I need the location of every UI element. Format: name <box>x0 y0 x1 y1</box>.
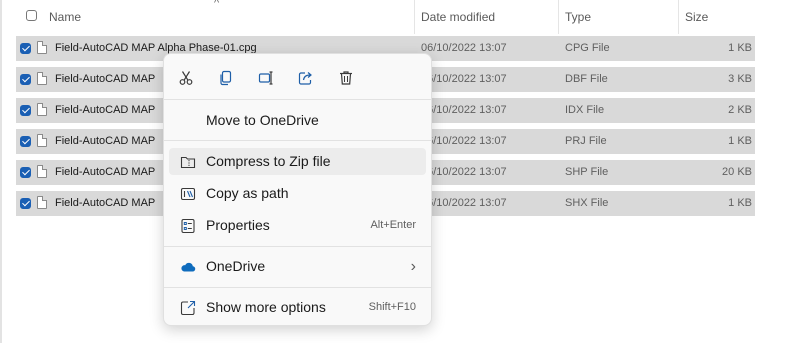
share-button[interactable] <box>294 66 318 90</box>
file-type: DBF File <box>565 73 608 85</box>
file-name: Field-AutoCAD MAP <box>55 166 156 178</box>
menu-separator <box>164 246 431 247</box>
context-menu: Move to OneDrive Compress to Zip file Co… <box>163 53 432 326</box>
chevron-right-icon: › <box>410 258 416 275</box>
window-edge <box>0 0 2 343</box>
menu-separator <box>164 140 431 141</box>
file-size: 1 KB <box>728 135 752 147</box>
menu-item-shortcut: Shift+F10 <box>368 301 416 313</box>
file-icon <box>37 165 47 178</box>
menu-item-label: Copy as path <box>206 185 289 201</box>
file-size: 1 KB <box>728 197 752 209</box>
file-type: IDX File <box>565 104 605 116</box>
file-size: 3 KB <box>728 73 752 85</box>
row-checkbox[interactable] <box>20 43 31 54</box>
file-icon <box>37 72 47 85</box>
file-name: Field-AutoCAD MAP <box>55 135 156 147</box>
file-size: 2 KB <box>728 104 752 116</box>
menu-item-label: Show more options <box>206 299 326 315</box>
menu-separator <box>164 99 431 100</box>
column-header-name[interactable]: Name <box>49 0 81 34</box>
row-checkbox[interactable] <box>20 74 31 85</box>
menu-item-label: OneDrive <box>206 258 266 274</box>
delete-button[interactable] <box>334 66 358 90</box>
menu-item-onedrive[interactable]: OneDrive › <box>169 253 426 280</box>
column-header-date-modified[interactable]: Date modified <box>421 0 495 34</box>
column-header-type[interactable]: Type <box>565 0 591 34</box>
row-checkbox[interactable] <box>20 105 31 116</box>
menu-item-show-more-options[interactable]: Show more options Shift+F10 <box>169 294 426 321</box>
file-type: SHX File <box>565 197 609 209</box>
column-header-size[interactable]: Size <box>685 0 708 34</box>
row-checkbox[interactable] <box>20 198 31 209</box>
file-type: SHP File <box>565 166 609 178</box>
menu-item-compress-to-zip[interactable]: Compress to Zip file <box>169 148 426 175</box>
rename-icon <box>258 71 273 85</box>
file-date-modified: 06/10/2022 13:07 <box>421 104 507 116</box>
file-date-modified: 06/10/2022 13:07 <box>421 42 507 54</box>
file-name: Field-AutoCAD MAP <box>55 104 156 116</box>
menu-item-label: Compress to Zip file <box>206 153 331 169</box>
file-date-modified: 06/10/2022 13:07 <box>421 197 507 209</box>
column-divider[interactable] <box>414 0 415 34</box>
cut-icon <box>179 71 193 85</box>
cut-button[interactable] <box>174 66 198 90</box>
zip-folder-icon <box>180 156 196 169</box>
menu-item-label: Properties <box>206 217 270 233</box>
file-date-modified: 06/10/2022 13:07 <box>421 166 507 178</box>
file-type: CPG File <box>565 42 610 54</box>
menu-item-copy-as-path[interactable]: Copy as path <box>169 180 426 207</box>
column-divider[interactable] <box>678 0 679 34</box>
sort-ascending-icon: ^ <box>214 0 220 9</box>
row-checkbox[interactable] <box>20 167 31 178</box>
copy-path-icon <box>180 187 196 201</box>
file-date-modified: 06/10/2022 13:07 <box>421 73 507 85</box>
select-all-checkbox[interactable] <box>26 10 37 21</box>
file-icon <box>37 103 47 116</box>
menu-item-properties[interactable]: Properties Alt+Enter <box>169 212 426 239</box>
file-icon <box>37 196 47 209</box>
file-size: 1 KB <box>728 42 752 54</box>
menu-item-move-to-onedrive[interactable]: Move to OneDrive <box>169 107 426 134</box>
delete-icon <box>340 71 352 85</box>
file-date-modified: 06/10/2022 13:07 <box>421 135 507 147</box>
file-name: Field-AutoCAD MAP <box>55 73 156 85</box>
menu-item-label: Move to OneDrive <box>206 112 319 128</box>
copy-button[interactable] <box>214 66 238 90</box>
copy-icon <box>220 70 232 86</box>
file-icon <box>37 134 47 147</box>
share-icon <box>298 72 312 85</box>
file-size: 20 KB <box>722 166 752 178</box>
properties-icon <box>181 218 195 234</box>
menu-separator <box>164 287 431 288</box>
file-icon <box>37 41 47 54</box>
menu-item-shortcut: Alt+Enter <box>370 219 416 231</box>
file-name: Field-AutoCAD MAP <box>55 197 156 209</box>
column-divider[interactable] <box>558 0 559 34</box>
column-header-row: Name ^ Date modified Type Size <box>0 0 790 34</box>
row-checkbox[interactable] <box>20 136 31 147</box>
show-more-options-icon <box>180 300 196 316</box>
onedrive-cloud-icon <box>181 262 196 272</box>
file-type: PRJ File <box>565 135 607 147</box>
rename-button[interactable] <box>254 66 278 90</box>
